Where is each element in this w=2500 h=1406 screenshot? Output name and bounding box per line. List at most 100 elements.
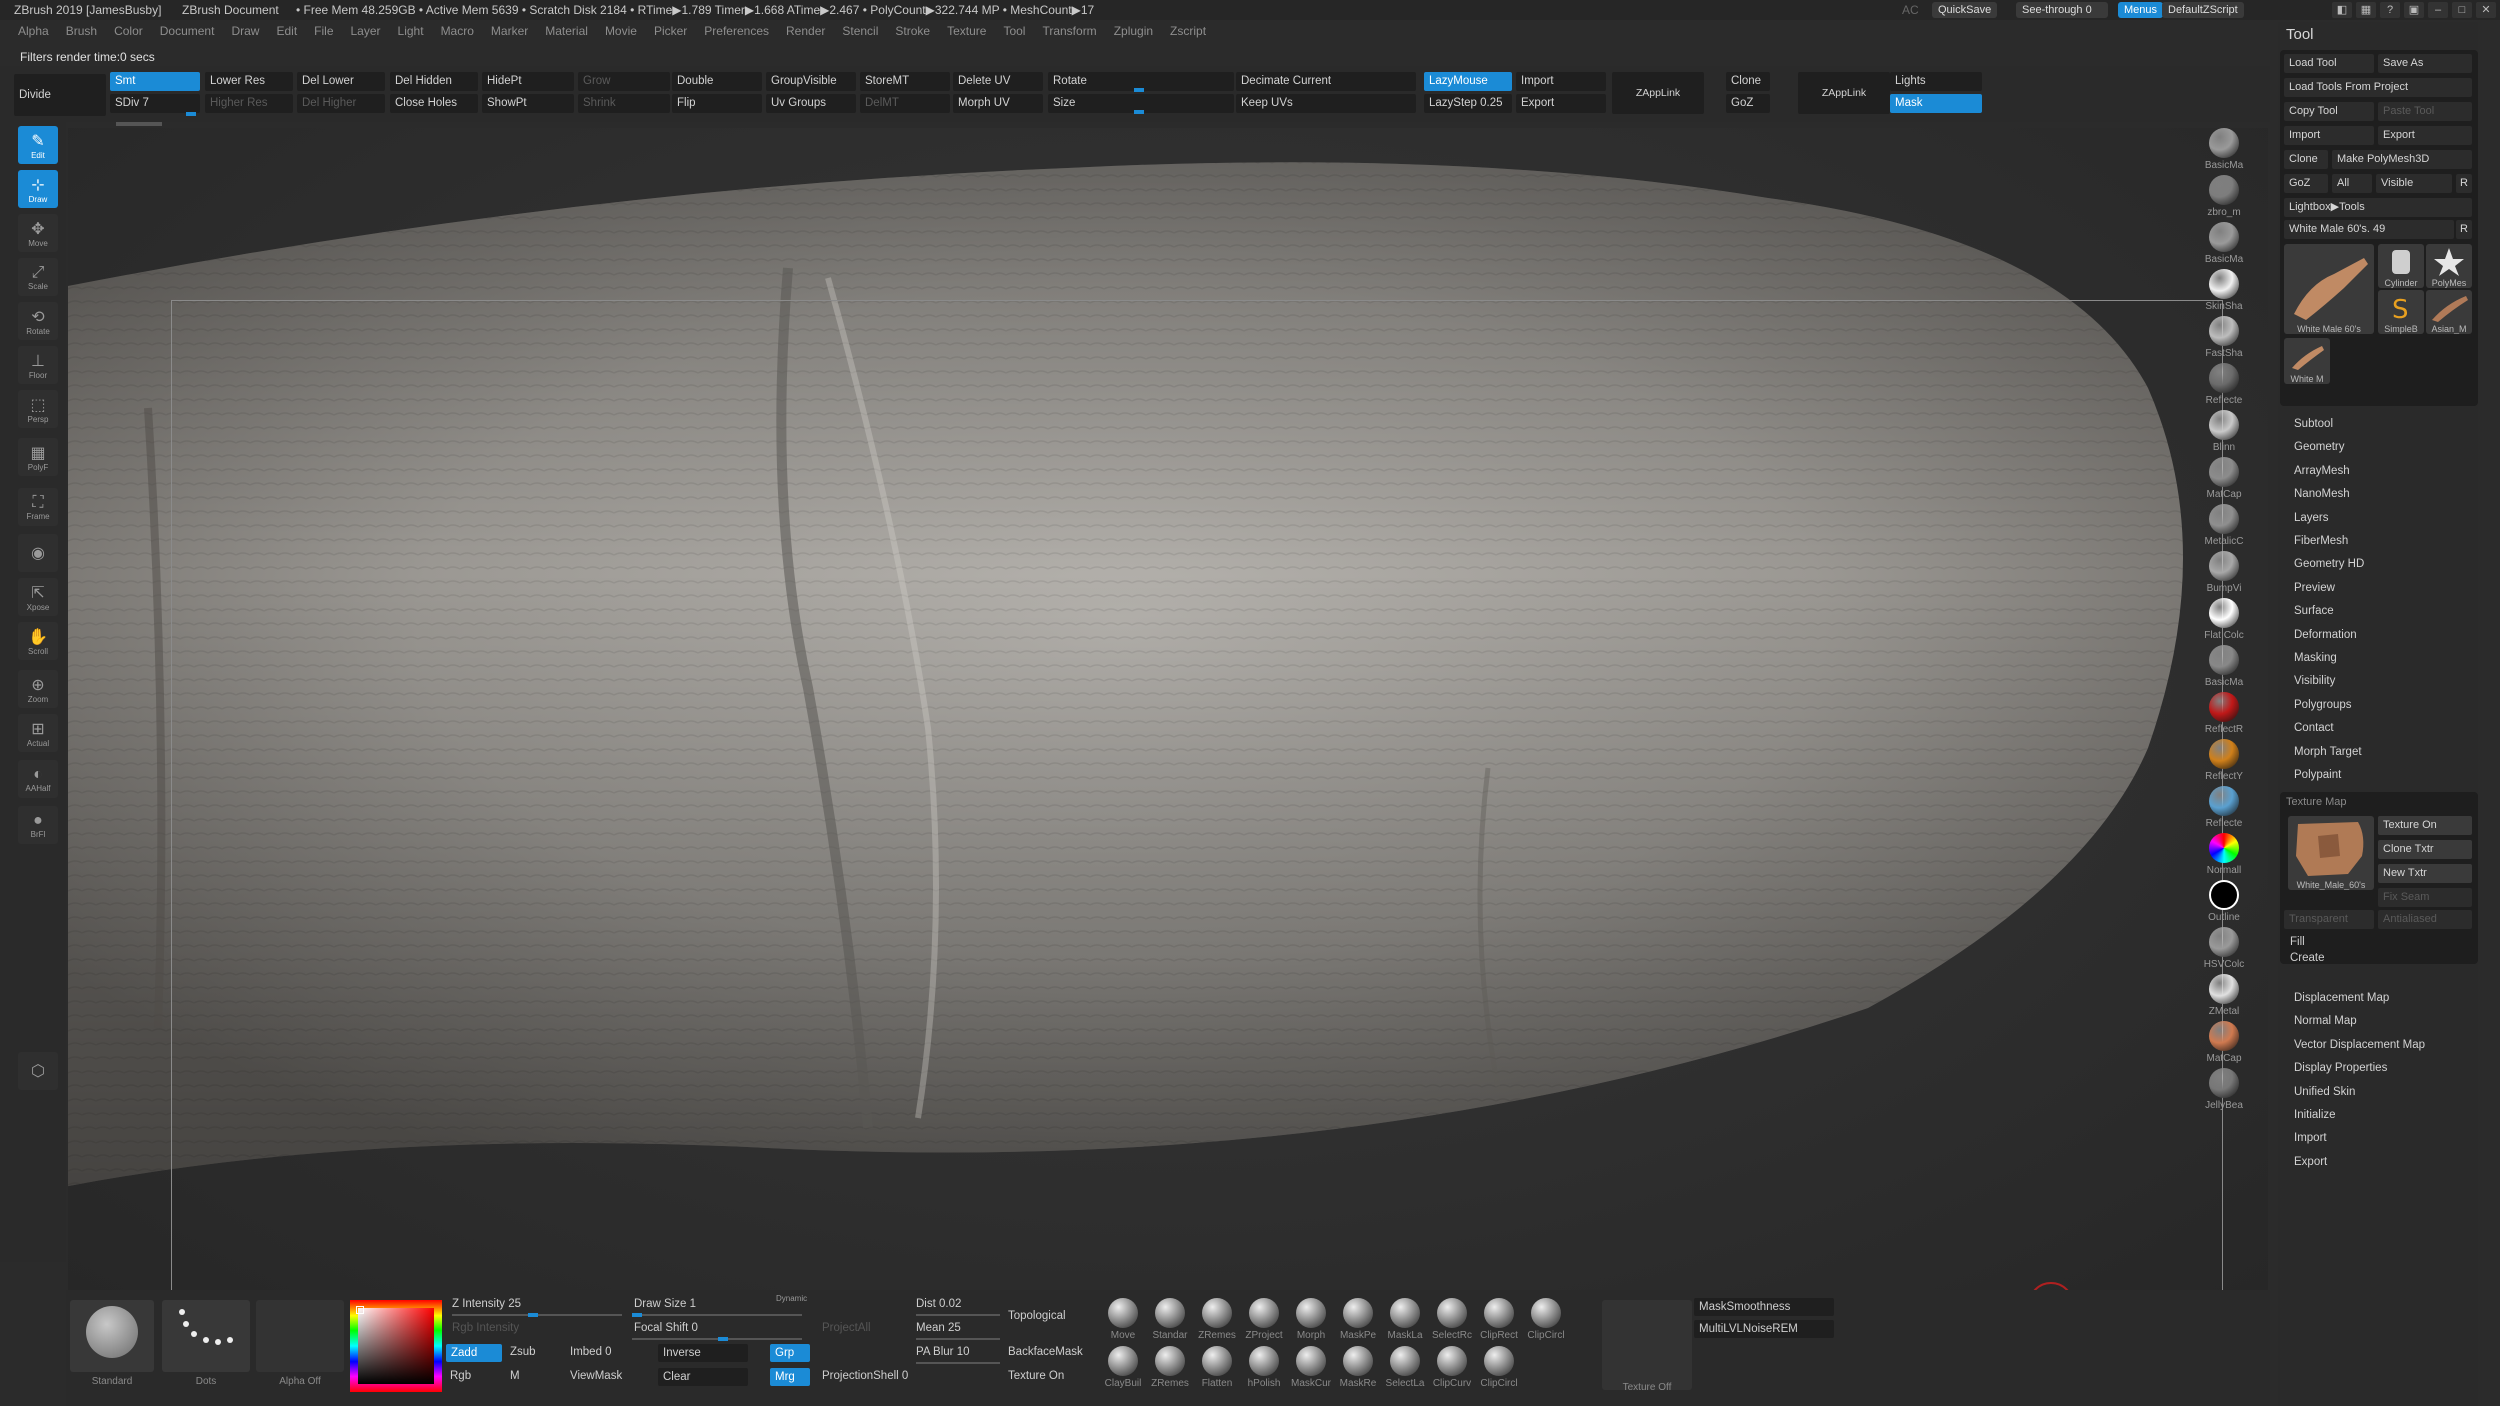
- maximize-icon[interactable]: □: [2452, 2, 2472, 18]
- sdiv-slider[interactable]: SDiv 7: [110, 94, 200, 113]
- clear-button[interactable]: Clear: [658, 1368, 748, 1386]
- rgb-intensity-slider[interactable]: Rgb Intensity: [452, 1322, 519, 1334]
- divide-button[interactable]: Divide: [14, 74, 106, 116]
- brush-cliprect[interactable]: ClipRect: [1478, 1298, 1520, 1344]
- lower-res-button[interactable]: Lower Res: [205, 72, 293, 91]
- pa-blur-slider[interactable]: PA Blur 10: [916, 1346, 970, 1358]
- z-intensity-knob[interactable]: [528, 1313, 538, 1317]
- subpalette-display-properties[interactable]: Display Properties: [2294, 1062, 2387, 1074]
- brush-clipcircl[interactable]: ClipCircl: [1478, 1346, 1520, 1392]
- color-picker-marker[interactable]: [356, 1306, 364, 1314]
- mrg-toggle[interactable]: Mrg: [770, 1368, 810, 1386]
- create-button[interactable]: Create: [2290, 952, 2325, 964]
- material-13[interactable]: ReflectY: [2194, 739, 2254, 785]
- default-zscript-button[interactable]: DefaultZScript: [2162, 2, 2244, 18]
- brush-selector[interactable]: [70, 1300, 154, 1372]
- clone-button[interactable]: Clone: [1726, 72, 1770, 91]
- higher-res-button[interactable]: Higher Res: [205, 94, 293, 113]
- menu-stroke[interactable]: Stroke: [895, 24, 930, 44]
- brush-maskla[interactable]: MaskLa: [1384, 1298, 1426, 1344]
- pa-blur-track[interactable]: [916, 1362, 1000, 1364]
- material-16[interactable]: Outline: [2194, 880, 2254, 926]
- multilvl-noise-button[interactable]: MultiLVLNoiseREM: [1694, 1320, 1834, 1338]
- dynamic-toggle[interactable]: Dynamic: [776, 1294, 807, 1303]
- stroke-selector[interactable]: [162, 1300, 250, 1372]
- viewmask-button[interactable]: ViewMask: [570, 1370, 622, 1382]
- brush-zremes[interactable]: ZRemes: [1149, 1346, 1191, 1392]
- subpalette-polygroups[interactable]: Polygroups: [2294, 699, 2352, 711]
- actual-button[interactable]: ⊞ Actual: [18, 714, 58, 752]
- subpalette-geometry-hd[interactable]: Geometry HD: [2294, 558, 2364, 570]
- aahalf-button[interactable]: ◐ AAHalf: [18, 760, 58, 798]
- subpalette-import[interactable]: Import: [2294, 1132, 2327, 1144]
- menu-color[interactable]: Color: [114, 24, 143, 44]
- material-19[interactable]: MatCap: [2194, 1021, 2254, 1067]
- brush-zproject[interactable]: ZProject: [1243, 1298, 1285, 1344]
- texture-map-title[interactable]: Texture Map: [2286, 796, 2347, 808]
- current-tool-slider[interactable]: White Male 60's. 49: [2284, 220, 2454, 239]
- tool-thumb-cylinder[interactable]: Cylinder: [2378, 244, 2424, 288]
- tool-thumb-small[interactable]: White M: [2284, 338, 2330, 384]
- subpalette-masking[interactable]: Masking: [2294, 652, 2337, 664]
- transparent-toggle[interactable]: Transparent: [2284, 910, 2374, 929]
- material-17[interactable]: HSVColc: [2194, 927, 2254, 973]
- projectall-button[interactable]: ProjectAll: [822, 1322, 871, 1334]
- delmt-button[interactable]: DelMT: [860, 94, 950, 113]
- grow-button[interactable]: Grow: [578, 72, 670, 91]
- tool-clone-button[interactable]: Clone: [2284, 150, 2328, 169]
- menu-transform[interactable]: Transform: [1042, 24, 1096, 44]
- material-8[interactable]: MetalicC: [2194, 504, 2254, 550]
- focal-shift-track[interactable]: [632, 1338, 802, 1340]
- dist-slider[interactable]: Dist 0.02: [916, 1298, 961, 1310]
- rotate-button[interactable]: ⟲ Rotate: [18, 302, 58, 340]
- subpalette-vector-displacement-map[interactable]: Vector Displacement Map: [2294, 1039, 2425, 1051]
- menu-movie[interactable]: Movie: [605, 24, 637, 44]
- brush-clipcurv[interactable]: ClipCurv: [1431, 1346, 1473, 1392]
- inverse-button[interactable]: Inverse: [658, 1344, 748, 1362]
- material-2[interactable]: BasicMa: [2194, 222, 2254, 268]
- texture-on-button[interactable]: Texture On: [2378, 816, 2472, 835]
- texture-thumbnail[interactable]: White_Male_60's: [2288, 816, 2374, 890]
- z-intensity-slider[interactable]: Z Intensity 25: [452, 1298, 521, 1310]
- brush-zremes[interactable]: ZRemes: [1196, 1298, 1238, 1344]
- del-hidden-button[interactable]: Del Hidden: [390, 72, 478, 91]
- new-txtr-button[interactable]: New Txtr: [2378, 864, 2472, 883]
- brush-selectrc[interactable]: SelectRc: [1431, 1298, 1473, 1344]
- zadd-toggle[interactable]: Zadd: [446, 1344, 502, 1362]
- material-15[interactable]: Normall: [2194, 833, 2254, 879]
- material-11[interactable]: BasicMa: [2194, 645, 2254, 691]
- subpalette-unified-skin[interactable]: Unified Skin: [2294, 1086, 2355, 1098]
- polyf-button[interactable]: ▦ PolyF: [18, 438, 58, 476]
- mask-button[interactable]: Mask: [1890, 94, 1982, 113]
- export-button[interactable]: Export: [1516, 94, 1606, 113]
- material-0[interactable]: BasicMa: [2194, 128, 2254, 174]
- scroll-button[interactable]: ✋ Scroll: [18, 622, 58, 660]
- persp-button[interactable]: ⬚ Persp: [18, 390, 58, 428]
- brush-morph[interactable]: Morph: [1290, 1298, 1332, 1344]
- mean-slider[interactable]: Mean 25: [916, 1322, 961, 1334]
- menu-alpha[interactable]: Alpha: [18, 24, 49, 44]
- sdiv-knob[interactable]: [186, 112, 196, 116]
- hidept-button[interactable]: HidePt: [482, 72, 574, 91]
- brush-maskpe[interactable]: MaskPe: [1337, 1298, 1379, 1344]
- subpalette-geometry[interactable]: Geometry: [2294, 441, 2345, 453]
- menu-tool[interactable]: Tool: [1003, 24, 1025, 44]
- focal-shift-knob[interactable]: [718, 1337, 728, 1341]
- tool-all-button[interactable]: All: [2332, 174, 2372, 193]
- brush-move[interactable]: Move: [1102, 1298, 1144, 1344]
- brush-claybuil[interactable]: ClayBuil: [1102, 1346, 1144, 1392]
- material-6[interactable]: Blinn: [2194, 410, 2254, 456]
- material-10[interactable]: Flat Colc: [2194, 598, 2254, 644]
- help-icon[interactable]: ?: [2380, 2, 2400, 18]
- subpalette-surface[interactable]: Surface: [2294, 605, 2334, 617]
- focal-shift-slider[interactable]: Focal Shift 0: [634, 1322, 698, 1334]
- shrink-button[interactable]: Shrink: [578, 94, 670, 113]
- load-from-project-button[interactable]: Load Tools From Project: [2284, 78, 2472, 97]
- color-sv-square[interactable]: [358, 1308, 434, 1384]
- fix-seam-button[interactable]: Fix Seam: [2378, 888, 2472, 907]
- tool-import-button[interactable]: Import: [2284, 126, 2374, 145]
- material-9[interactable]: BumpVi: [2194, 551, 2254, 597]
- delete-uv-button[interactable]: Delete UV: [953, 72, 1043, 91]
- draw-size-track[interactable]: [632, 1314, 802, 1316]
- menu-texture[interactable]: Texture: [947, 24, 986, 44]
